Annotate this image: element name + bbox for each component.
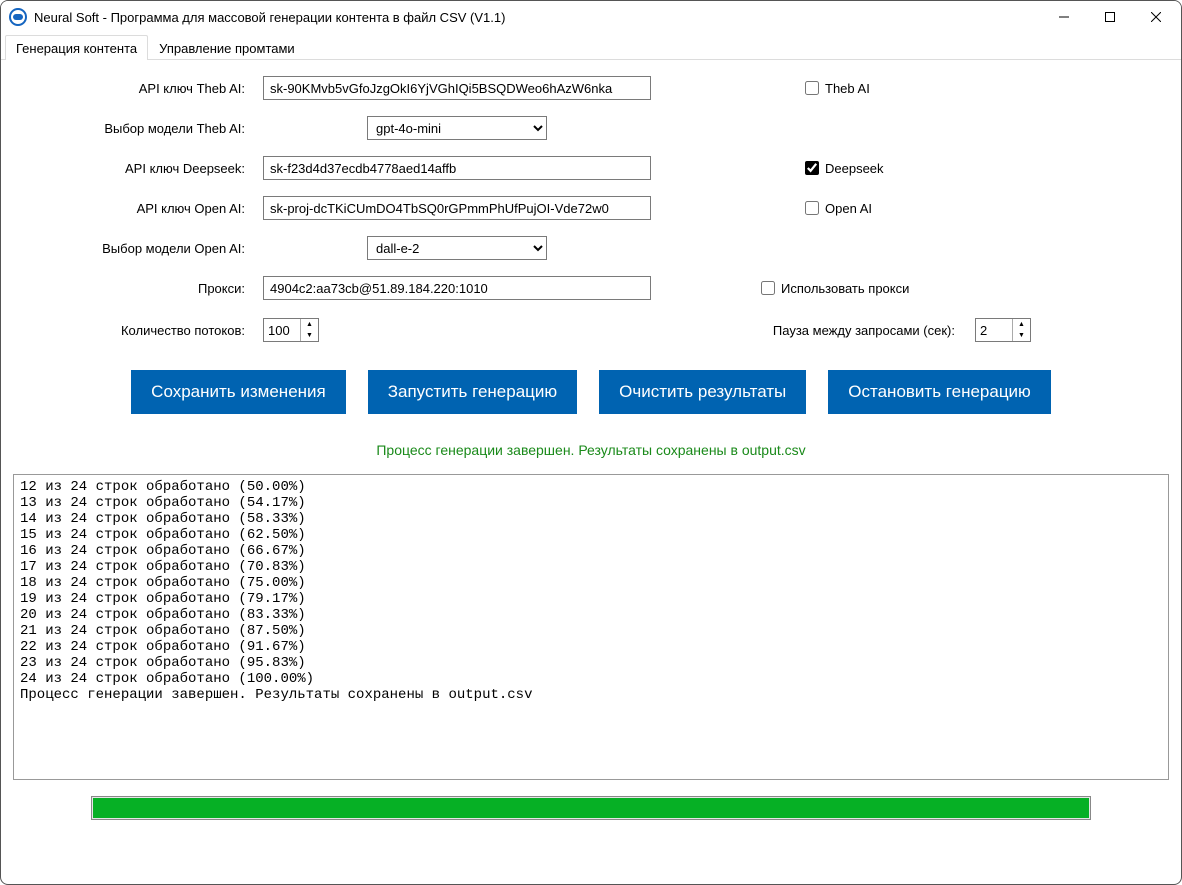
button-row: Сохранить изменения Запустить генерацию …	[131, 370, 1051, 414]
check-use-proxy-label: Использовать прокси	[781, 281, 909, 296]
titlebar: Neural Soft - Программа для массовой ген…	[1, 1, 1181, 33]
input-api-deepseek[interactable]	[263, 156, 651, 180]
select-model-theb[interactable]: gpt-4o-mini	[367, 116, 547, 140]
label-threads: Количество потоков:	[11, 323, 251, 338]
select-model-openai[interactable]: dall-e-2	[367, 236, 547, 260]
label-model-theb: Выбор модели Theb AI:	[11, 121, 251, 136]
stop-button[interactable]: Остановить генерацию	[828, 370, 1051, 414]
check-openai-label: Open AI	[825, 201, 872, 216]
minimize-button[interactable]	[1041, 2, 1087, 32]
input-api-theb[interactable]	[263, 76, 651, 100]
maximize-button[interactable]	[1087, 2, 1133, 32]
save-button[interactable]: Сохранить изменения	[131, 370, 346, 414]
window-title: Neural Soft - Программа для массовой ген…	[34, 10, 1041, 25]
tab-content-gen[interactable]: Генерация контента	[5, 35, 148, 60]
checkbox-openai[interactable]	[805, 201, 819, 215]
checkbox-use-proxy[interactable]	[761, 281, 775, 295]
tab-prompt-mgmt[interactable]: Управление промтами	[148, 35, 306, 60]
spinner-pause[interactable]: ▲▼	[975, 318, 1031, 342]
check-openai[interactable]: Open AI	[685, 201, 1171, 216]
label-model-openai: Выбор модели Open AI:	[11, 241, 251, 256]
check-theb[interactable]: Theb AI	[685, 81, 1171, 96]
label-api-deepseek: API ключ Deepseek:	[11, 161, 251, 176]
label-api-theb: API ключ Theb AI:	[11, 81, 251, 96]
progress-fill	[93, 798, 1089, 818]
label-proxy: Прокси:	[11, 281, 251, 296]
spinner-arrows-icon[interactable]: ▲▼	[300, 319, 318, 341]
app-icon	[9, 8, 27, 26]
status-line: Процесс генерации завершен. Результаты с…	[11, 442, 1171, 458]
app-window: Neural Soft - Программа для массовой ген…	[0, 0, 1182, 885]
start-button[interactable]: Запустить генерацию	[368, 370, 577, 414]
checkbox-theb[interactable]	[805, 81, 819, 95]
progress-bar	[91, 796, 1091, 820]
close-button[interactable]	[1133, 2, 1179, 32]
check-use-proxy[interactable]: Использовать прокси	[685, 281, 1171, 296]
console-output[interactable]: 12 из 24 строк обработано (50.00%) 13 из…	[14, 475, 1168, 779]
input-pause[interactable]	[976, 319, 1012, 341]
tab-content: API ключ Theb AI: Theb AI Выбор модели T…	[1, 60, 1181, 884]
spinner-arrows-icon[interactable]: ▲▼	[1012, 319, 1030, 341]
tabstrip: Генерация контента Управление промтами	[1, 33, 1181, 60]
label-api-openai: API ключ Open AI:	[11, 201, 251, 216]
input-api-openai[interactable]	[263, 196, 651, 220]
settings-form: API ключ Theb AI: Theb AI Выбор модели T…	[11, 76, 1171, 300]
input-proxy[interactable]	[263, 276, 651, 300]
check-deepseek[interactable]: Deepseek	[685, 161, 1171, 176]
console-wrap: 12 из 24 строк обработано (50.00%) 13 из…	[13, 474, 1169, 780]
checkbox-deepseek[interactable]	[805, 161, 819, 175]
spinner-threads[interactable]: ▲▼	[263, 318, 319, 342]
check-deepseek-label: Deepseek	[825, 161, 884, 176]
input-threads[interactable]	[264, 319, 300, 341]
check-theb-label: Theb AI	[825, 81, 870, 96]
label-pause: Пауза между запросами (сек):	[773, 323, 955, 338]
threads-row: Количество потоков: ▲▼ Пауза между запро…	[11, 318, 1171, 342]
clear-button[interactable]: Очистить результаты	[599, 370, 806, 414]
